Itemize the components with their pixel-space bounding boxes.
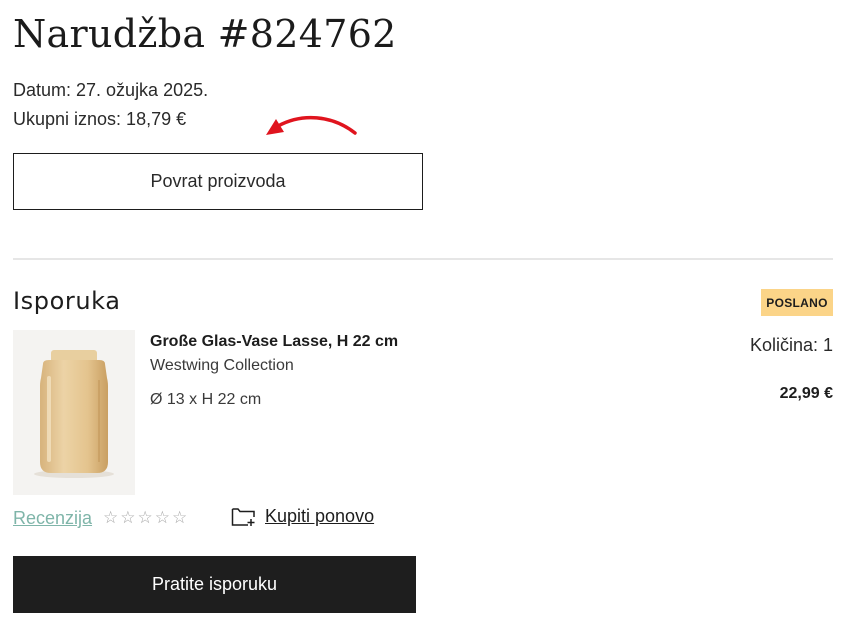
- star-icon[interactable]: ☆: [120, 509, 135, 527]
- star-icon[interactable]: ☆: [172, 509, 187, 527]
- return-product-button[interactable]: Povrat proizvoda: [13, 153, 423, 210]
- review-link[interactable]: Recenzija: [13, 507, 92, 529]
- product-image[interactable]: [13, 330, 135, 495]
- status-badge: POSLANO: [761, 289, 833, 316]
- order-title: Narudžba #824762: [13, 12, 397, 56]
- star-icon[interactable]: ☆: [103, 509, 118, 527]
- star-icon[interactable]: ☆: [138, 509, 153, 527]
- annotation-arrow-icon: [266, 115, 357, 135]
- order-date: Datum: 27. ožujka 2025.: [13, 80, 209, 100]
- order-total: Ukupni iznos: 18,79 €: [13, 109, 187, 129]
- star-rating[interactable]: ☆ ☆ ☆ ☆ ☆: [103, 509, 187, 527]
- buy-again-button[interactable]: Kupiti ponovo: [231, 505, 374, 527]
- star-icon[interactable]: ☆: [155, 509, 170, 527]
- buy-again-label[interactable]: Kupiti ponovo: [265, 505, 374, 527]
- product-brand: Westwing Collection: [150, 357, 294, 374]
- delivery-section-title: Isporuka: [13, 287, 121, 315]
- section-divider: [13, 258, 833, 260]
- folder-plus-icon: [231, 508, 255, 526]
- product-price: 22,99 €: [779, 385, 833, 402]
- product-name[interactable]: Große Glas-Vase Lasse, H 22 cm: [150, 332, 398, 352]
- track-delivery-button[interactable]: Pratite isporuku: [13, 556, 416, 613]
- product-dimensions: Ø 13 x H 22 cm: [150, 391, 262, 408]
- glass-vase-image: [34, 350, 114, 478]
- product-quantity: Količina: 1: [749, 335, 833, 355]
